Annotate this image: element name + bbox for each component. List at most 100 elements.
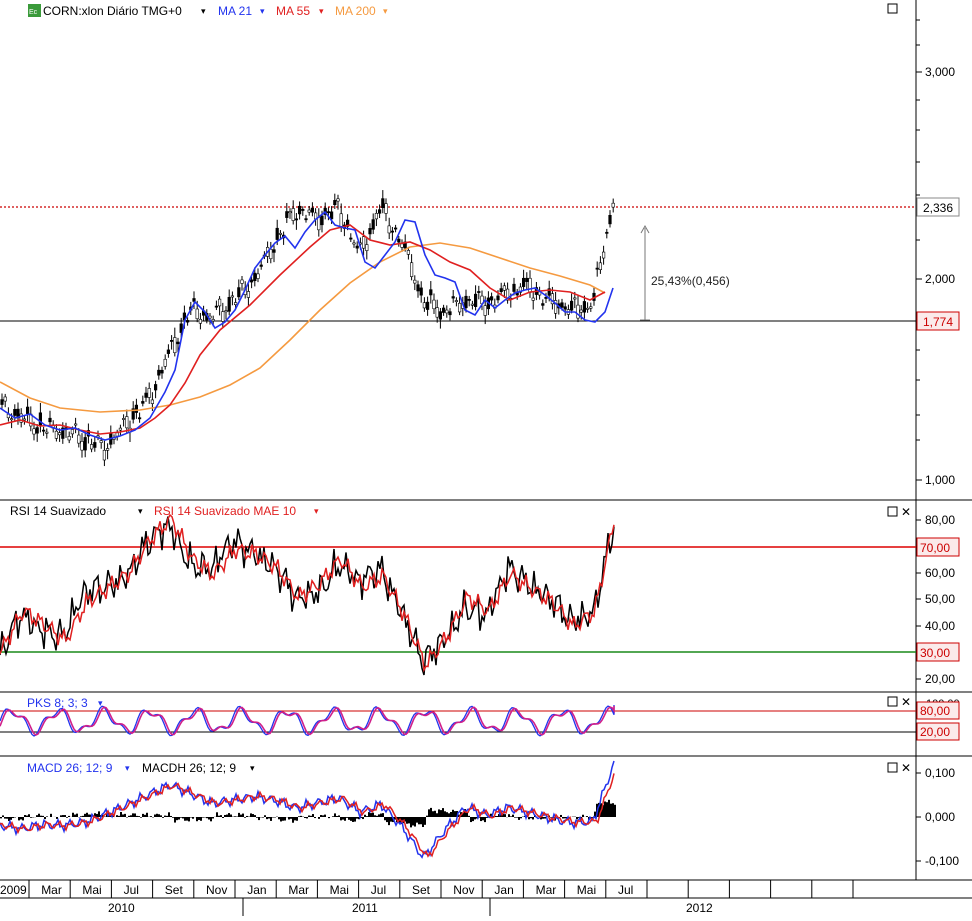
ma21-label[interactable]: MA 21 xyxy=(218,4,252,18)
candle-body xyxy=(164,359,167,366)
macdh-bar xyxy=(310,816,312,817)
macdh-bar xyxy=(512,815,514,817)
pks-dropdown-icon[interactable]: ▾ xyxy=(98,698,103,708)
candle-body xyxy=(436,308,439,318)
macdh-bar xyxy=(606,802,608,817)
ma55-dropdown-icon[interactable]: ▾ xyxy=(319,6,324,16)
macdh-bar xyxy=(130,815,132,817)
candle-body xyxy=(116,433,119,436)
candle-body xyxy=(1,400,4,405)
symbol-label[interactable]: CORN:xlon Diário TMG+0 xyxy=(43,4,182,18)
candle-body xyxy=(119,428,122,430)
last-price-label: 2,336 xyxy=(923,201,953,215)
candle-body xyxy=(106,449,109,451)
candle-body xyxy=(103,450,106,460)
symbol-dropdown-icon[interactable]: ▾ xyxy=(201,6,206,16)
macdh-bar xyxy=(450,812,452,817)
range-annotation: 25,43%(0,456) xyxy=(651,274,730,288)
macdh-bar xyxy=(334,813,336,817)
candle-body xyxy=(372,220,375,230)
macdh-bar xyxy=(434,811,436,817)
candle-body xyxy=(122,418,125,419)
macdh-bar xyxy=(50,814,52,817)
pks-maximize-icon[interactable] xyxy=(888,697,897,706)
macdh-bar xyxy=(134,813,136,817)
macdh-bar xyxy=(270,817,272,821)
candle-body xyxy=(199,319,202,323)
candle-body xyxy=(442,308,445,313)
candle-body xyxy=(148,388,151,397)
rsi-signal-dropdown-icon[interactable]: ▾ xyxy=(314,506,319,516)
ma21-dropdown-icon[interactable]: ▾ xyxy=(260,6,265,16)
macdh-bar xyxy=(250,813,252,817)
month-label: Mar xyxy=(288,883,309,897)
ma200-dropdown-icon[interactable]: ▾ xyxy=(383,6,388,16)
macdh-bar xyxy=(412,817,414,825)
macdh-bar xyxy=(26,816,28,817)
candle-body xyxy=(49,418,52,422)
candle-body xyxy=(257,274,260,279)
ma55-label[interactable]: MA 55 xyxy=(276,4,310,18)
candle-body xyxy=(503,286,506,290)
candle-body xyxy=(23,419,26,420)
rsi-dropdown-icon[interactable]: ▾ xyxy=(138,506,143,516)
macd-line xyxy=(0,761,614,857)
candle-body xyxy=(327,212,330,213)
rsi-signal-label[interactable]: RSI 14 Suavizado MAE 10 xyxy=(154,504,296,518)
pks-label[interactable]: PKS 8; 3; 3 xyxy=(27,696,88,710)
candle-body xyxy=(430,290,433,295)
month-label: Jul xyxy=(371,883,386,897)
macdh-bar xyxy=(176,817,178,820)
macdh-bar xyxy=(474,817,476,819)
pks-panel: 100,00 80,00 20,00 PKS 8; 3; 3 ▾ ✕ xyxy=(0,695,972,756)
pks-close-icon[interactable]: ✕ xyxy=(901,695,911,709)
macdh-bar xyxy=(352,817,354,822)
candle-body xyxy=(590,307,593,308)
macdh-bar xyxy=(410,817,412,827)
candle-body xyxy=(158,370,161,375)
macdh-bar xyxy=(222,817,224,818)
macdh-bar xyxy=(120,812,122,817)
macdh-bar xyxy=(376,816,378,817)
macdh-bar xyxy=(12,817,14,818)
ma200-label[interactable]: MA 200 xyxy=(335,4,376,18)
macdh-bar xyxy=(22,817,24,820)
macd-close-icon[interactable]: ✕ xyxy=(901,761,911,775)
price-maximize-icon[interactable] xyxy=(888,4,897,13)
candle-body xyxy=(177,342,180,344)
candle-body xyxy=(145,393,148,397)
macdh-bar xyxy=(72,813,74,817)
candle-body xyxy=(449,312,452,315)
macd-maximize-icon[interactable] xyxy=(888,763,897,772)
candle-body xyxy=(167,350,170,354)
macdh-bar xyxy=(226,815,228,817)
candle-body xyxy=(497,296,500,300)
macd-dropdown-icon[interactable]: ▾ xyxy=(125,763,130,773)
candle-body xyxy=(58,433,61,435)
macdh-dropdown-icon[interactable]: ▾ xyxy=(250,763,255,773)
chart-window: 3,000 2,000 1,000 2,336 1,774 25,43%(0,4… xyxy=(0,0,972,916)
macdh-bar xyxy=(6,817,8,819)
macd-label[interactable]: MACD 26; 12; 9 xyxy=(27,761,113,775)
macdh-bar xyxy=(124,814,126,817)
candle-body xyxy=(270,249,273,258)
macdh-bar xyxy=(42,816,44,817)
macdh-bar xyxy=(56,817,58,819)
macdh-label[interactable]: MACDH 26; 12; 9 xyxy=(142,761,236,775)
month-label: Mar xyxy=(41,883,62,897)
candle-body xyxy=(378,210,381,214)
macdh-bar xyxy=(484,817,486,822)
month-label: Nov xyxy=(206,883,227,897)
candle-body xyxy=(340,214,343,227)
macdh-bar xyxy=(140,817,142,818)
macdh-bar xyxy=(20,817,22,819)
rsi-label[interactable]: RSI 14 Suavizado xyxy=(10,504,106,518)
macdh-bar xyxy=(320,815,322,817)
macdh-bar xyxy=(436,813,438,817)
macdh-bar xyxy=(36,815,38,817)
rsi-close-icon[interactable]: ✕ xyxy=(901,505,911,519)
rsi-maximize-icon[interactable] xyxy=(888,507,897,516)
candle-body xyxy=(151,400,154,404)
pks-upper-label: 80,00 xyxy=(920,704,950,718)
macdh-bar xyxy=(468,816,470,817)
